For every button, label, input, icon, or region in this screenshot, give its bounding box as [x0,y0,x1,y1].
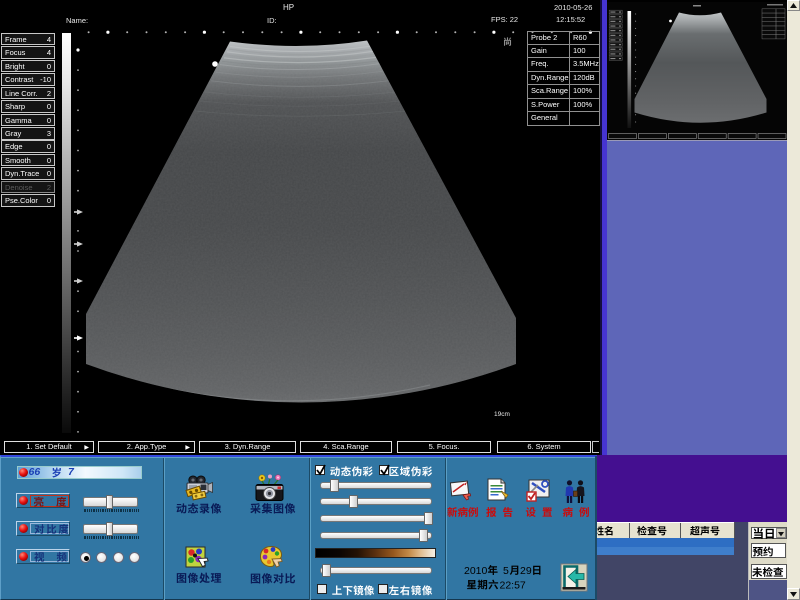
svg-text:19cm: 19cm [494,411,510,418]
